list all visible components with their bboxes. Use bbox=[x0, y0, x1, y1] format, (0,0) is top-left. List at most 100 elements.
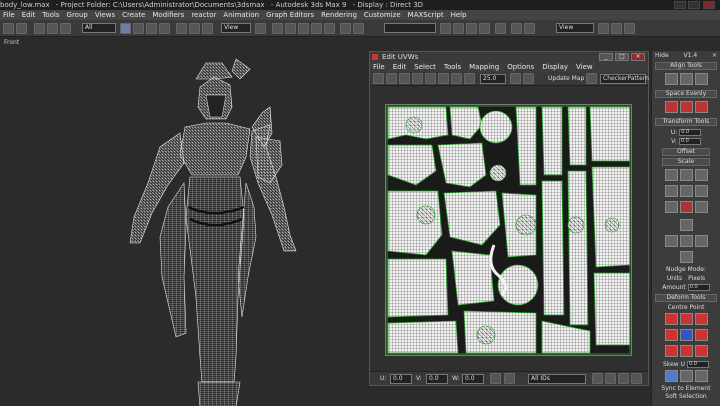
mirror-icon[interactable] bbox=[353, 23, 364, 34]
nudge-right-icon[interactable] bbox=[694, 235, 708, 247]
menu-maxscript[interactable]: MAXScript bbox=[408, 10, 444, 20]
edit-named-sel-icon[interactable] bbox=[340, 23, 351, 34]
uvw-menu-mapping[interactable]: Mapping bbox=[469, 63, 499, 71]
material-editor-icon[interactable] bbox=[495, 23, 506, 34]
selection-filter-dropdown[interactable]: All bbox=[82, 23, 116, 33]
zoom-extents-icon[interactable] bbox=[631, 373, 642, 384]
ref-coord-dropdown[interactable]: View bbox=[221, 23, 251, 33]
redo-icon[interactable] bbox=[16, 23, 27, 34]
menu-group[interactable]: Group bbox=[67, 10, 88, 20]
angle-snap-icon[interactable] bbox=[298, 23, 309, 34]
u-field[interactable]: 0.0 bbox=[390, 374, 412, 384]
move-icon[interactable] bbox=[176, 23, 187, 34]
quick-render-icon[interactable] bbox=[598, 23, 609, 34]
lock-icon[interactable] bbox=[490, 373, 501, 384]
curve-editor-icon[interactable] bbox=[466, 23, 477, 34]
spinner-snap-icon[interactable] bbox=[324, 23, 335, 34]
menu-file[interactable]: File bbox=[3, 10, 15, 20]
cp-bl-icon[interactable] bbox=[664, 345, 678, 357]
uvw-close-button[interactable]: × bbox=[631, 53, 645, 61]
menu-customize[interactable]: Customize bbox=[364, 10, 401, 20]
cp-t-icon[interactable] bbox=[679, 313, 693, 325]
flip-h-icon[interactable] bbox=[664, 185, 678, 197]
panel-close-icon[interactable]: × bbox=[712, 52, 717, 59]
uvw-mirror-icon[interactable] bbox=[425, 73, 436, 84]
schematic-icon[interactable] bbox=[479, 23, 490, 34]
uvw-menu-options[interactable]: Options bbox=[507, 63, 534, 71]
pan-icon[interactable] bbox=[592, 373, 603, 384]
space-h-icon[interactable] bbox=[664, 101, 678, 113]
deform-tools-header[interactable]: Deform Tools bbox=[655, 294, 717, 302]
unlink-icon[interactable] bbox=[47, 23, 58, 34]
scale-icon[interactable] bbox=[202, 23, 213, 34]
menu-edit[interactable]: Edit bbox=[22, 10, 36, 20]
bind-icon[interactable] bbox=[60, 23, 71, 34]
rotate-cw-icon[interactable] bbox=[679, 169, 693, 181]
checker-pattern-dropdown[interactable]: CheckerPattern bbox=[600, 74, 649, 84]
uvw-show-map-icon[interactable] bbox=[586, 73, 597, 84]
stack-icon[interactable] bbox=[664, 201, 678, 213]
fit-icon[interactable] bbox=[694, 201, 708, 213]
w-field[interactable]: 0.0 bbox=[462, 374, 484, 384]
select-mode-icon[interactable] bbox=[664, 370, 678, 382]
flip-v-icon[interactable] bbox=[679, 185, 693, 197]
minimize-button[interactable] bbox=[674, 1, 686, 9]
uvw-hide-icon[interactable] bbox=[523, 73, 534, 84]
align-left-icon[interactable] bbox=[664, 73, 678, 85]
flip-both-icon[interactable] bbox=[694, 185, 708, 197]
rotate-ccw-icon[interactable] bbox=[664, 169, 678, 181]
transform-u-field[interactable]: 0.0 bbox=[679, 129, 702, 136]
uvw-break-icon[interactable] bbox=[451, 73, 462, 84]
ids-dropdown[interactable]: All IDs bbox=[528, 374, 586, 384]
cp-b-icon[interactable] bbox=[679, 345, 693, 357]
nudge-up-icon[interactable] bbox=[679, 219, 693, 231]
nudge-down-icon[interactable] bbox=[679, 251, 693, 263]
render-active-icon[interactable] bbox=[624, 23, 635, 34]
uvw-scale-icon[interactable] bbox=[399, 73, 410, 84]
align-icon[interactable] bbox=[440, 23, 451, 34]
render-view-dropdown[interactable]: View bbox=[556, 23, 594, 33]
vertex-mode-icon[interactable] bbox=[679, 370, 693, 382]
menu-tools[interactable]: Tools bbox=[42, 10, 59, 20]
amount-field[interactable]: 0.0 bbox=[687, 284, 710, 291]
close-button[interactable] bbox=[703, 1, 715, 9]
scale-button[interactable]: Scale bbox=[662, 158, 710, 166]
uvw-lock-icon[interactable] bbox=[510, 73, 521, 84]
named-selection-dropdown[interactable] bbox=[384, 23, 436, 33]
filter-icon[interactable] bbox=[504, 373, 515, 384]
undo-icon[interactable] bbox=[3, 23, 14, 34]
layer-icon[interactable] bbox=[453, 23, 464, 34]
pivot-icon[interactable] bbox=[255, 23, 266, 34]
menu-views[interactable]: Views bbox=[95, 10, 115, 20]
menu-animation[interactable]: Animation bbox=[223, 10, 259, 20]
sync-element-checkbox[interactable]: Sync to Element bbox=[652, 385, 720, 393]
render-frame-icon[interactable] bbox=[524, 23, 535, 34]
menu-reactor[interactable]: reactor bbox=[191, 10, 216, 20]
percent-snap-icon[interactable] bbox=[311, 23, 322, 34]
units-radio[interactable]: Units bbox=[667, 275, 682, 282]
region-select-icon[interactable] bbox=[146, 23, 157, 34]
hide-button[interactable]: Hide bbox=[655, 52, 669, 59]
uvw-freeform-icon[interactable] bbox=[412, 73, 423, 84]
uvw-menu-edit[interactable]: Edit bbox=[393, 63, 407, 71]
pack-icon[interactable] bbox=[679, 201, 693, 213]
manipulate-icon[interactable] bbox=[272, 23, 283, 34]
zoom-region-icon[interactable] bbox=[618, 373, 629, 384]
update-map-button[interactable]: Update Map bbox=[548, 75, 584, 82]
align-tools-header[interactable]: Align Tools bbox=[655, 62, 717, 70]
space-v-icon[interactable] bbox=[679, 101, 693, 113]
render-production-icon[interactable] bbox=[611, 23, 622, 34]
menu-modifiers[interactable]: Modifiers bbox=[152, 10, 184, 20]
menu-create[interactable]: Create bbox=[122, 10, 145, 20]
zoom-icon[interactable] bbox=[605, 373, 616, 384]
uvw-menu-select[interactable]: Select bbox=[414, 63, 436, 71]
uvw-menu-tools[interactable]: Tools bbox=[444, 63, 461, 71]
snap-icon[interactable] bbox=[285, 23, 296, 34]
cp-c-icon[interactable] bbox=[679, 329, 693, 341]
cp-l-icon[interactable] bbox=[664, 329, 678, 341]
nudge-left-icon[interactable] bbox=[664, 235, 678, 247]
rotate-icon[interactable] bbox=[189, 23, 200, 34]
window-crossing-icon[interactable] bbox=[159, 23, 170, 34]
uvw-minimize-button[interactable]: _ bbox=[599, 53, 613, 61]
link-icon[interactable] bbox=[34, 23, 45, 34]
